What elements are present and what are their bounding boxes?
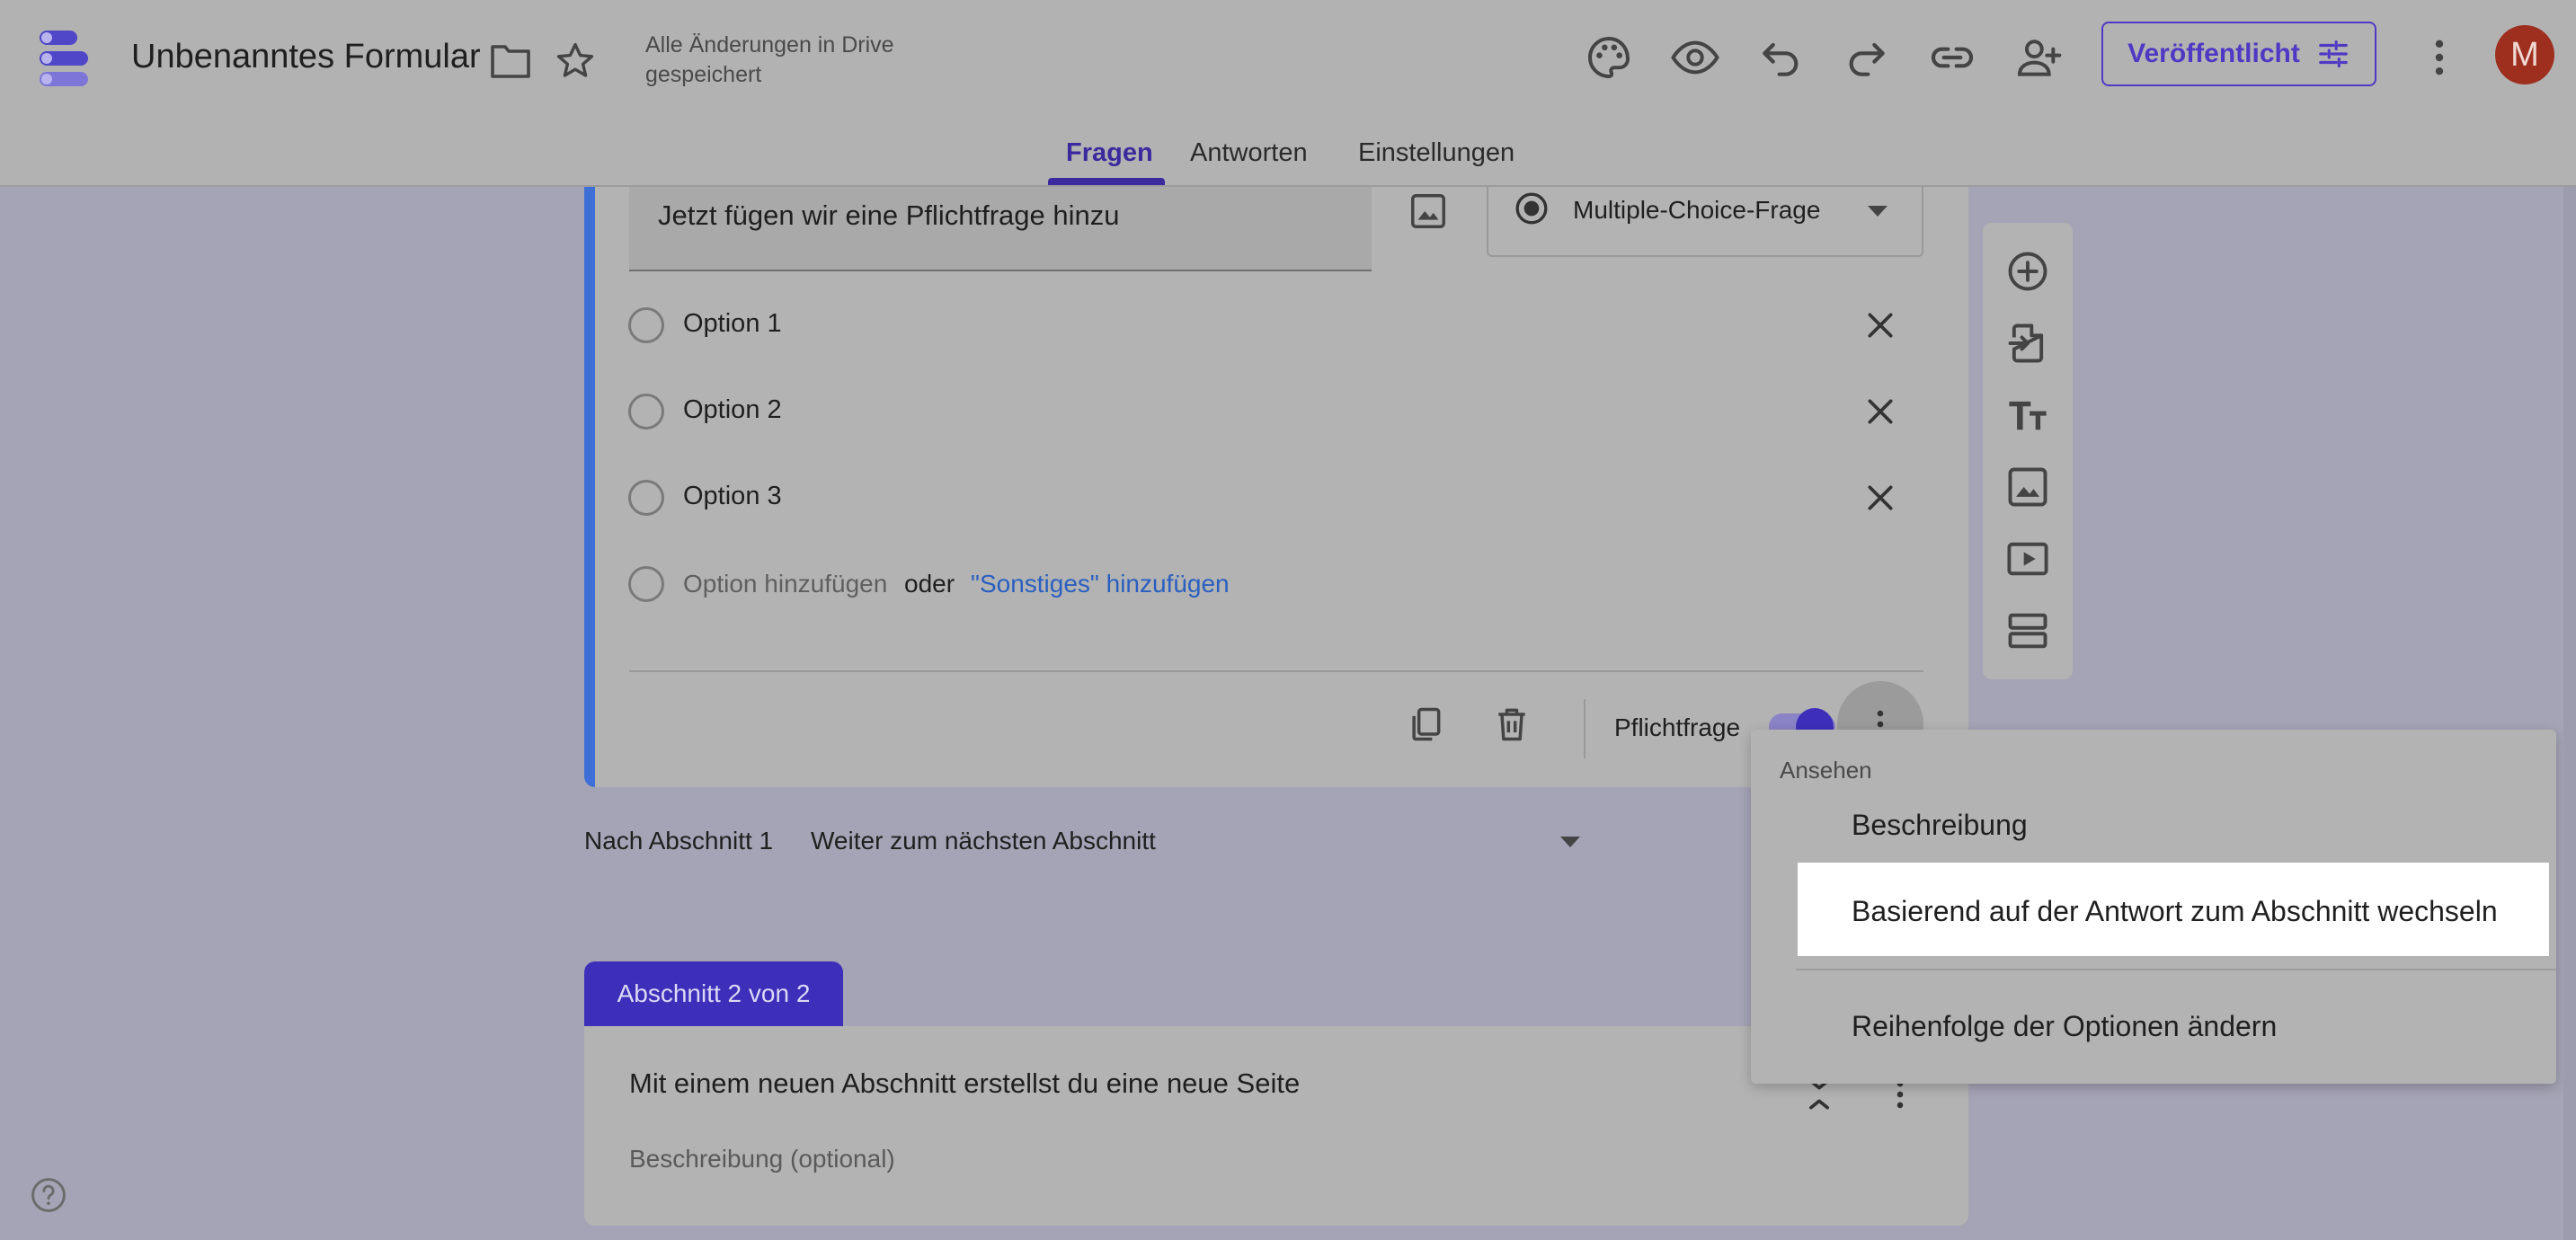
or-text: oder xyxy=(904,570,955,598)
more-vert-icon[interactable] xyxy=(2414,32,2465,83)
form-title[interactable]: Unbenanntes Formular xyxy=(131,38,481,76)
avatar[interactable]: M xyxy=(2495,25,2554,84)
menu-item-description[interactable]: Beschreibung xyxy=(1852,809,2028,842)
active-tab-indicator xyxy=(1048,178,1165,185)
option-radio xyxy=(628,480,664,516)
option-radio xyxy=(628,394,664,430)
add-video-icon[interactable] xyxy=(2004,536,2051,582)
delete-icon[interactable] xyxy=(1492,704,1532,744)
add-image-icon[interactable] xyxy=(1408,190,1449,232)
publish-label: Veröffentlicht xyxy=(2127,39,2300,68)
import-questions-icon[interactable] xyxy=(2004,320,2051,367)
radio-button-checked-icon xyxy=(1514,190,1550,226)
menu-item-go-to-section[interactable]: Basierend auf der Antwort zum Abschnitt … xyxy=(1852,895,2498,928)
tab-questions[interactable]: Fragen xyxy=(1066,138,1153,168)
remove-option-icon[interactable] xyxy=(1862,394,1898,430)
required-label: Pflichtfrage xyxy=(1614,713,1741,741)
remove-option-icon[interactable] xyxy=(1862,307,1898,343)
redo-icon[interactable] xyxy=(1841,32,1891,83)
forms-logo-icon[interactable] xyxy=(32,27,95,90)
tab-responses[interactable]: Antworten xyxy=(1190,138,1308,168)
question-card[interactable] xyxy=(584,187,1968,787)
tune-icon xyxy=(2319,40,2348,68)
menu-item-shuffle-options[interactable]: Reihenfolge der Optionen ändern xyxy=(1852,1010,2277,1043)
menu-heading: Ansehen xyxy=(1780,757,1872,784)
add-title-icon[interactable] xyxy=(2004,392,2051,438)
section-title[interactable]: Mit einem neuen Abschnitt erstellst du e… xyxy=(629,1067,1300,1100)
after-section-select[interactable]: Weiter zum nächsten Abschnitt xyxy=(811,827,1156,855)
section-description-field[interactable]: Beschreibung (optional) xyxy=(629,1145,895,1174)
link-icon[interactable] xyxy=(1927,32,1977,83)
add-image-icon[interactable] xyxy=(2004,464,2051,510)
undo-icon[interactable] xyxy=(1756,32,1807,83)
remove-option-icon[interactable] xyxy=(1862,480,1898,516)
duplicate-icon[interactable] xyxy=(1406,704,1445,744)
add-other-link[interactable]: "Sonstiges" hinzufügen xyxy=(971,570,1230,598)
dropdown-arrow-icon xyxy=(1868,205,1888,217)
save-status: Alle Änderungen in Drive gespeichert xyxy=(645,32,894,87)
folder-icon[interactable] xyxy=(489,41,532,81)
question-title[interactable]: Jetzt fügen wir eine Pflichtfrage hinzu xyxy=(658,199,1120,232)
question-type-label: Multiple-Choice-Frage xyxy=(1573,196,1821,224)
add-option-radio xyxy=(628,566,664,602)
add-option-link[interactable]: Option hinzufügen xyxy=(683,570,887,598)
add-section-icon[interactable] xyxy=(2004,607,2051,654)
add-collaborator-icon[interactable] xyxy=(2013,32,2064,83)
option-label[interactable]: Option 1 xyxy=(683,309,782,339)
publish-button[interactable]: Veröffentlicht xyxy=(2101,22,2376,86)
card-divider xyxy=(629,670,1923,672)
star-icon[interactable] xyxy=(554,40,597,83)
active-card-accent xyxy=(584,187,595,787)
option-label[interactable]: Option 3 xyxy=(683,482,782,511)
after-section-label: Nach Abschnitt 1 xyxy=(584,827,774,855)
menu-divider xyxy=(1796,969,2556,970)
dropdown-arrow-icon[interactable] xyxy=(1560,836,1580,847)
tab-settings[interactable]: Einstellungen xyxy=(1358,138,1515,168)
palette-icon[interactable] xyxy=(1584,32,1634,83)
preview-eye-icon[interactable] xyxy=(1670,32,1720,83)
section-badge: Abschnitt 2 von 2 xyxy=(584,961,843,1026)
add-question-icon[interactable] xyxy=(2004,248,2051,295)
option-label[interactable]: Option 2 xyxy=(683,395,782,425)
footer-separator xyxy=(1584,699,1586,758)
help-icon[interactable] xyxy=(29,1175,68,1215)
page-scrollbar[interactable] xyxy=(2563,187,2576,1240)
option-radio xyxy=(628,307,664,343)
